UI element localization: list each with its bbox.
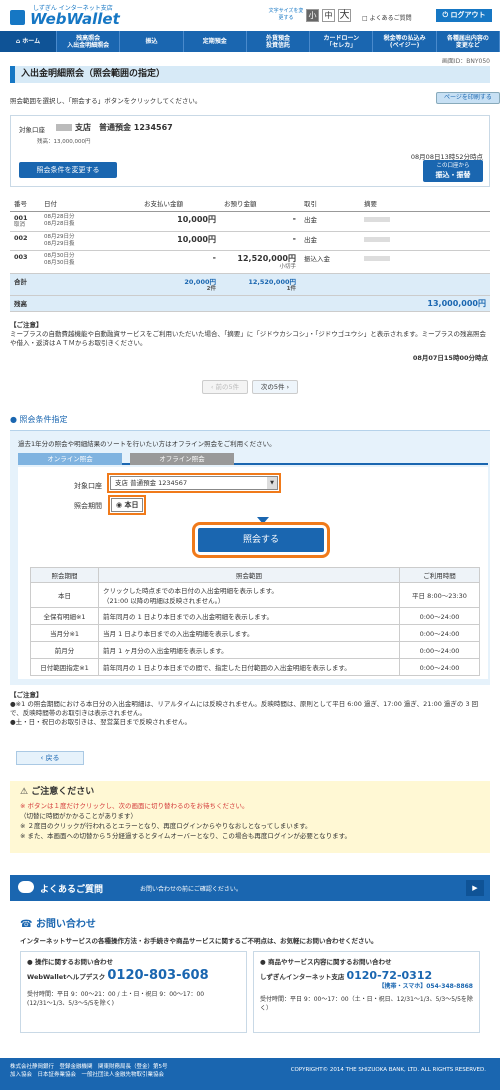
contact-card-ops: ● 操作に関するお問い合わせ WebWalletヘルプデスク 0120-803-…	[20, 951, 247, 1033]
masked-memo	[364, 256, 390, 261]
logo-icon	[10, 10, 25, 25]
th-pay: お支払い金額	[140, 195, 220, 212]
masked-memo	[364, 217, 390, 222]
print-button[interactable]: ページを印刷する	[436, 92, 500, 104]
tel-branch[interactable]: 0120-72-0312	[346, 969, 432, 982]
tab-online[interactable]: オンライン照会	[18, 453, 122, 465]
back-area: ‹ 戻る	[10, 749, 490, 767]
period-radio-today[interactable]: ◉ 本日	[108, 495, 146, 515]
nav-balance[interactable]: 残高照会 入出金明細照会	[57, 31, 121, 52]
table-row: 本日 クリックした時点までの本日付の入出金明細を表示します。 （21:00 以降の…	[30, 582, 480, 608]
nav-settings[interactable]: 各種届出内容の 変更など	[437, 31, 500, 52]
faq-link[interactable]: □ よくあるご質問	[362, 13, 412, 22]
transaction-table: 番号 日付 お支払い金額 お預り金額 取引 摘要 001 取消 08月28日分 08…	[10, 195, 490, 312]
next-page-button[interactable]: 次の5件 ›	[252, 380, 298, 394]
contact-card-products: ● 商品やサービス内容に関するお問い合わせ しずぎんインターネット支店 0120…	[253, 951, 480, 1033]
table-row: 003 08月30日分 08月30日扱 - 12,520,000円 小切手 振込入金	[10, 250, 490, 274]
section-title: ● 照会条件指定	[10, 415, 68, 424]
table-row: 全保有明細※1 前年同月の 1 日より本日までの入出金明細を表示します。 0:00～…	[30, 607, 480, 625]
table-row: 001 取消 08月28日分 08月28日扱 10,000円 - 出金	[10, 211, 490, 232]
font-size-label: 文字サイズを変更する	[268, 8, 304, 21]
th-no: 番号	[10, 195, 40, 212]
instruction: 照会範囲を選択し、「照会する」ボタンをクリックしてください。 ページを印刷する	[10, 92, 500, 109]
inquiry-desc: 過去1年分の照会や明細結果のソートを行いたい方はオフライン照会をご利用ください。	[18, 440, 276, 448]
warning-box: ⚠ ご注意ください ※ ボタンは１度だけクリックし、次の画面に切り替わるのをお待…	[10, 781, 490, 853]
tel-helpdesk[interactable]: 0120-803-608	[107, 968, 208, 983]
total-row: 合計 20,000円 2件 12,520,000円 1件	[10, 273, 490, 296]
logout-button[interactable]: ⏻ ログアウト	[436, 9, 492, 22]
th-deposit: お預り金額	[220, 195, 300, 212]
prev-page-button[interactable]: ‹ 前の5件	[202, 380, 248, 394]
back-button[interactable]: ‹ 戻る	[16, 751, 84, 765]
th-type: 取引	[300, 195, 360, 212]
instruction-text: 照会範囲を選択し、「照会する」ボタンをクリックしてください。	[10, 97, 202, 105]
global-nav: ⌂ ホーム 残高照会 入出金明細照会 振込 定期預金 外貨預金 投資信託 カード…	[0, 31, 500, 52]
nav-transfer[interactable]: 振込	[120, 31, 184, 52]
chevron-down-icon: ▼	[267, 477, 277, 489]
font-big-button[interactable]: 大	[338, 9, 351, 22]
arrow-right-icon[interactable]: ▶	[466, 880, 484, 896]
logo[interactable]: WebWallet	[30, 10, 120, 28]
account-name: 支店 普通預金 1234567	[75, 123, 173, 132]
balance-row: 残高 13,000,000円	[10, 295, 490, 312]
table-row: 日付範囲指定※1 前年同月の 1 日より本日までの間で、指定した日付範囲の入出金明…	[30, 658, 480, 676]
page-title: 入出金明細照会（照会範囲の指定）	[10, 66, 490, 83]
account-balance: 残高：13,000,000円	[37, 139, 91, 145]
masked-branch	[56, 124, 72, 131]
contact-cards: ● 操作に関するお問い合わせ WebWalletヘルプデスク 0120-803-…	[20, 951, 480, 1033]
nav-foreign[interactable]: 外貨預金 投資信託	[247, 31, 311, 52]
change-condition-button[interactable]: 照会条件を変更する	[19, 162, 117, 178]
nav-home[interactable]: ⌂ ホーム	[0, 31, 58, 52]
faq-bar[interactable]: よくあるご質問 お問い合わせの前にご確認ください。 ▶	[10, 875, 490, 901]
account-field-label: 対象口座	[74, 482, 102, 490]
period-field-label: 照会期間	[74, 502, 102, 510]
tabs: オンライン照会 オフライン照会	[18, 453, 488, 465]
table-row: 当月分※1 当月 1 日より本日までの入出金明細を表示します。 0:00～24:00	[30, 624, 480, 642]
table-row: 002 08月29日分 08月29日扱 10,000円 - 出金	[10, 231, 490, 251]
inquiry-panel: 過去1年分の照会や明細結果のソートを行いたい方はオフライン照会をご利用ください。…	[10, 430, 490, 685]
footer: 株式会社静岡銀行 登録金融機関 関東財務局長（登金）第5号 加入協会 日本証券業…	[0, 1058, 500, 1090]
contact-sub: インターネットサービスの各種操作方法・お手続きや商品サービスに関するご不明点は、…	[20, 937, 378, 945]
speech-bubble-icon	[18, 881, 34, 893]
arrow-down-icon	[257, 517, 269, 524]
contact-title: ☎ お問い合わせ	[20, 919, 96, 930]
notice: 【ご注意】 ミープラスの自動費越機能や自動融資サービスをご利用いただいた場合、「摘…	[10, 321, 487, 347]
attention: 【ご注意】 ●※1 の照会期間における本日分の入出金明細は、リアルタイムには反映…	[10, 691, 479, 726]
th-memo: 摘要	[360, 195, 490, 212]
notice-time: 08月07日15時00分時点	[412, 354, 488, 362]
nav-time-deposit[interactable]: 定期預金	[184, 31, 247, 52]
font-small-button[interactable]: 小	[306, 9, 319, 22]
account-box: 対象口座 支店 普通預金 1234567 残高：13,000,000円 08月0…	[10, 115, 490, 187]
screen-id: 画面ID：BNY050	[441, 58, 490, 65]
account-select[interactable]: 支店 普通預金 1234567 ▼	[107, 473, 281, 493]
table-row: 前月分 前月 1 ヶ月分の入出金明細を表示します。 0:00～24:00	[30, 641, 480, 659]
transfer-button[interactable]: この口座から 振込・振替	[423, 160, 483, 182]
tab-offline[interactable]: オフライン照会	[130, 453, 234, 465]
nav-cardloan[interactable]: カードローン 「セレカ」	[310, 31, 374, 52]
header: しずぎん インターネット支店 WebWallet 文字サイズを変更する 小 中 …	[0, 0, 500, 31]
th-date: 日付	[40, 195, 140, 212]
nav-payeasy[interactable]: 税金等の払込み (ペイジー)	[373, 31, 437, 52]
warning-title: ⚠ ご注意ください	[20, 787, 95, 797]
masked-memo	[364, 237, 390, 242]
pager: ‹ 前の5件 次の5件 ›	[0, 376, 500, 398]
account-label: 対象口座	[19, 126, 45, 134]
condition-table: 照会期間 照会範囲 ご利用時間 本日 クリックした時点までの本日付の入出金明細を表…	[30, 567, 480, 676]
font-mid-button[interactable]: 中	[322, 9, 335, 22]
submit-button[interactable]: 照会する	[192, 522, 330, 558]
